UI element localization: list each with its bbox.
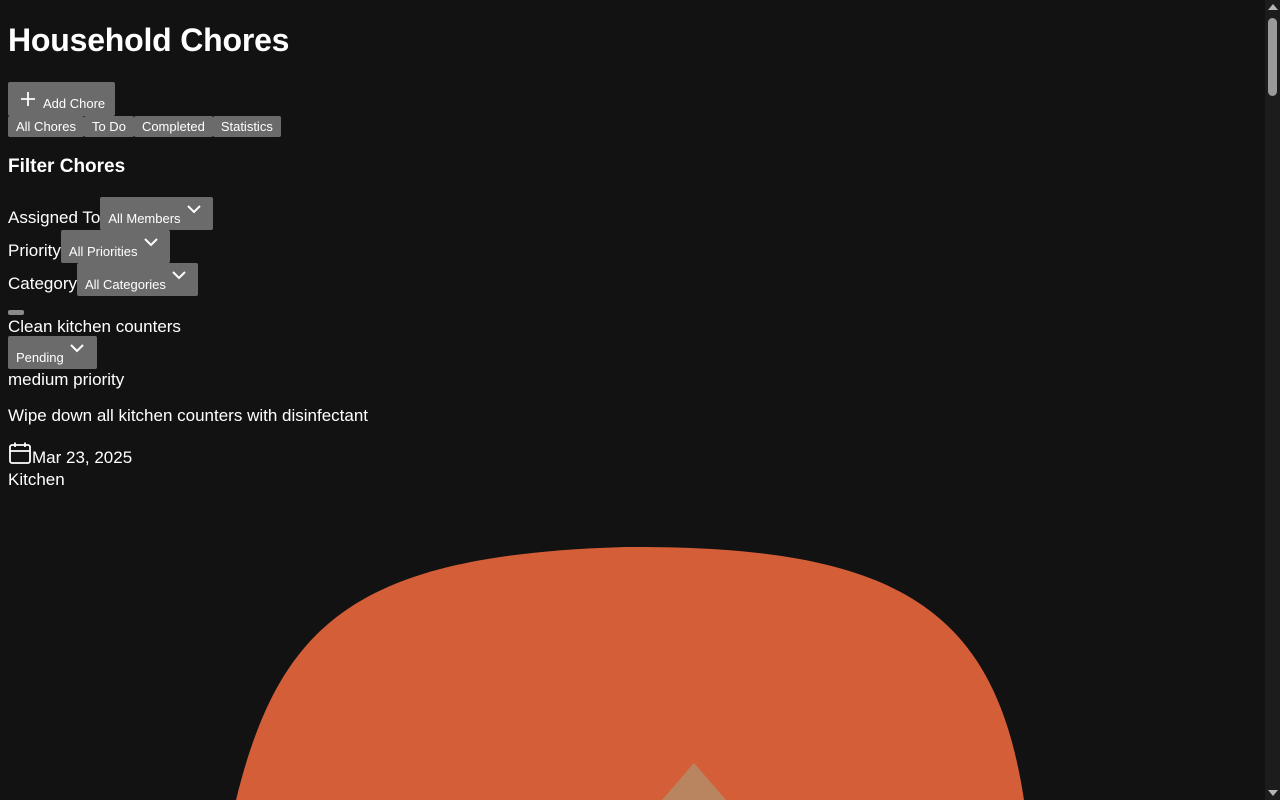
filter-priority-label: Priority <box>8 241 61 260</box>
chore-date: Mar 23, 2025 <box>32 448 133 467</box>
page-title: Household Chores <box>8 22 290 58</box>
tab-to-do[interactable]: To Do <box>83 116 134 137</box>
chevron-down-icon <box>186 205 201 214</box>
chevron-down-icon <box>70 344 84 353</box>
plus-icon <box>21 92 35 106</box>
app-page: Household Chores Add Chore All Chores To… <box>0 0 1265 800</box>
chore-title: Clean kitchen counters <box>8 317 181 336</box>
tab-all-chores[interactable]: All Chores <box>8 116 84 137</box>
priority-select-value: All Priorities <box>68 244 138 259</box>
calendar-icon <box>9 442 31 464</box>
assigned-select[interactable]: All Members <box>100 197 213 230</box>
chevron-down-icon <box>172 271 186 280</box>
vertical-scrollbar[interactable] <box>1265 0 1280 800</box>
filter-assigned-row: Assigned To All Members <box>8 197 213 230</box>
tab-statistics[interactable]: Statistics <box>212 116 281 137</box>
chevron-down-icon <box>143 238 158 247</box>
filter-priority-row: Priority All Priorities <box>8 230 170 263</box>
filter-category-label: Category <box>8 274 77 293</box>
add-chore-button[interactable]: Add Chore <box>8 82 115 116</box>
chore-description: Wipe down all kitchen counters with disi… <box>8 406 369 425</box>
tab-bar: All Chores To Do Completed Statistics <box>8 116 281 137</box>
tab-completed[interactable]: Completed <box>133 116 213 137</box>
chore-priority: medium priority <box>8 370 125 389</box>
filter-title: Filter Chores <box>8 156 126 177</box>
status-select-value: Pending <box>16 350 64 365</box>
scroll-down-arrow-icon[interactable] <box>1268 790 1278 796</box>
filter-assigned-label: Assigned To <box>8 208 101 227</box>
chore-complete-checkbox[interactable] <box>8 310 24 315</box>
category-select[interactable]: All Categories <box>76 263 198 296</box>
chore-date-row: Mar 23, 2025 <box>8 441 132 468</box>
filter-category-row: Category All Categories <box>8 263 198 296</box>
category-select-value: All Categories <box>84 277 166 292</box>
status-select[interactable]: Pending <box>8 336 97 369</box>
add-chore-label: Add Chore <box>43 96 106 111</box>
chore-category: Kitchen <box>8 470 65 489</box>
priority-select[interactable]: All Priorities <box>60 230 170 263</box>
scrollbar-thumb[interactable] <box>1268 18 1277 96</box>
assigned-select-value: All Members <box>108 211 181 226</box>
scroll-up-arrow-icon[interactable] <box>1268 4 1278 10</box>
